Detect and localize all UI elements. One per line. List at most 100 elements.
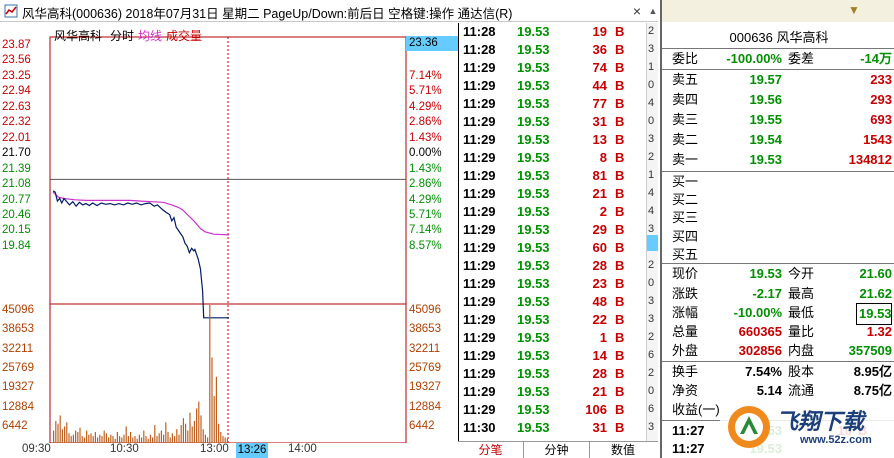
volume-bar	[59, 415, 61, 443]
tick-row[interactable]: 11:29 19.53 22 B	[459, 311, 659, 329]
price-axis-label: 23.25	[2, 69, 31, 82]
tick-row[interactable]: 11:29 19.53 13 B	[459, 131, 659, 149]
bid-level-row[interactable]: 买五	[662, 245, 894, 265]
tab-ticks[interactable]: 分笔	[458, 442, 524, 458]
tick-row[interactable]: 11:29 19.53 21 B	[459, 185, 659, 203]
tick-row[interactable]: 11:28 19.53 19 B	[459, 23, 659, 41]
scroll-up-arrow-icon[interactable]: ▲	[648, 2, 658, 20]
scroll-digit: 2	[648, 367, 655, 379]
intraday-chart[interactable]: 风华高科 分时 均线 成交量 23.87 23.56 23.25 22.94 22.63…	[0, 23, 458, 443]
volume-axis-label: 12884	[409, 400, 441, 413]
tick-price: 19.53	[517, 330, 550, 345]
volume-bar	[127, 436, 129, 443]
tick-dir: B	[615, 330, 625, 345]
time-label: 14:00	[288, 443, 317, 455]
tick-dir: B	[615, 258, 625, 273]
stat-value: -2.17	[752, 286, 782, 301]
tick-vol: 74	[592, 60, 607, 75]
window-title-bar: 风华高科(000636) 2018年07月31日 星期二 PageUp/Down…	[0, 0, 658, 22]
scroll-digit: 6	[648, 349, 655, 361]
bid-level-row[interactable]: 买二	[662, 190, 894, 210]
volume-axis-label: 6442	[409, 419, 435, 432]
tick-row[interactable]: 11:30 19.53 31 B	[459, 419, 659, 437]
tick-row[interactable]: 11:29 19.53 77 B	[459, 95, 659, 113]
ask-level-row[interactable]: 卖四 19.56 293	[662, 90, 894, 110]
quote-stat-row: 净资 5.14 流通 8.75亿	[662, 381, 894, 401]
stat-value: 19.53	[749, 266, 782, 281]
volume-bar	[88, 434, 90, 443]
tick-dir: B	[615, 240, 625, 255]
legend-avg-line[interactable]: 均线	[138, 27, 162, 44]
tick-row[interactable]: 11:29 19.53 23 B	[459, 275, 659, 293]
tick-price: 19.53	[517, 204, 550, 219]
price-axis-label: 23.87	[2, 39, 31, 51]
tick-row[interactable]: 11:29 19.53 1 B	[459, 329, 659, 347]
volume-bar	[222, 436, 224, 443]
quote-stat-row: 换手 7.54% 股本 8.95亿	[662, 362, 894, 382]
scroll-digit: 1	[648, 169, 655, 181]
tick-price: 19.53	[517, 78, 550, 93]
tick-row[interactable]: 11:29 19.53 28 B	[459, 365, 659, 383]
tick-row[interactable]: 11:28 19.53 36 B	[459, 41, 659, 59]
quote-stock-title: 000636 风华高科	[729, 30, 829, 45]
bid-level-row[interactable]: 买三	[662, 208, 894, 228]
ask-price: 19.55	[749, 112, 782, 127]
volume-axis-label: 32211	[2, 342, 34, 355]
tick-row[interactable]: 11:29 19.53 31 B	[459, 113, 659, 131]
ask-level-row[interactable]: 卖三 19.55 693	[662, 110, 894, 130]
options-icon[interactable]: ▼	[848, 3, 860, 17]
volume-bar	[187, 430, 189, 443]
tick-row[interactable]: 11:29 19.53 14 B	[459, 347, 659, 365]
tick-row[interactable]: 11:29 19.53 21 B	[459, 383, 659, 401]
tick-row[interactable]: 11:29 19.53 74 B	[459, 59, 659, 77]
ask-level-row[interactable]: 卖二 19.54 1543	[662, 130, 894, 150]
ask-level-row[interactable]: 卖五 19.57 233	[662, 70, 894, 90]
tick-vol: 28	[592, 366, 607, 381]
volume-bar	[211, 357, 213, 443]
volume-bar	[204, 434, 206, 443]
volume-bar	[213, 396, 215, 443]
tick-price: 19.53	[517, 348, 550, 363]
stat-label: 量比	[788, 324, 815, 339]
volume-bar	[72, 434, 74, 443]
bid-level-row[interactable]: 买一	[662, 172, 894, 192]
legend-period[interactable]: 分时	[110, 27, 134, 44]
tick-dir: B	[615, 24, 625, 39]
volume-bar	[182, 418, 184, 443]
tick-vol: 106	[585, 402, 607, 417]
quote-toolbar: ▼	[662, 0, 894, 22]
tick-row[interactable]: 11:29 19.53 81 B	[459, 167, 659, 185]
stat-label: 流通	[788, 383, 815, 398]
tick-time: 11:29	[463, 402, 496, 417]
stat-value: 660365	[738, 324, 782, 339]
tick-list[interactable]: 11:28 19.53 19 B 11:28 19.53 36 B 11:29 19.53 74 B 1…	[458, 23, 658, 441]
watermark-name: 飞翔下载	[776, 409, 865, 434]
tick-row[interactable]: 11:29 19.53 2 B	[459, 203, 659, 221]
volume-bar	[220, 431, 222, 443]
volume-bar	[119, 436, 121, 443]
bid-level-row[interactable]: 买四	[662, 227, 894, 247]
volume-bar	[112, 436, 114, 443]
tick-row[interactable]: 11:29 19.53 44 B	[459, 77, 659, 95]
volume-bar	[70, 436, 72, 443]
tick-price: 19.53	[517, 294, 550, 309]
scrollbar-thumb[interactable]	[647, 235, 658, 251]
ask-level-row[interactable]: 卖一 19.53 134812	[662, 150, 894, 170]
tab-values[interactable]: 数值	[590, 442, 656, 458]
watermark: 飞翔下载 www.52z.com	[720, 402, 894, 458]
tick-time: 11:29	[463, 132, 496, 147]
close-button[interactable]: ×	[628, 2, 646, 20]
tick-row[interactable]: 11:29 19.53 48 B	[459, 293, 659, 311]
legend-volume[interactable]: 成交量	[166, 27, 202, 44]
tick-row[interactable]: 11:29 19.53 29 B	[459, 221, 659, 239]
tick-row[interactable]: 11:29 19.53 8 B	[459, 149, 659, 167]
tick-row[interactable]: 11:29 19.53 106 B	[459, 401, 659, 419]
tab-minutes[interactable]: 分钟	[524, 442, 590, 458]
tick-row[interactable]: 11:29 19.53 28 B	[459, 257, 659, 275]
tick-time: 11:29	[463, 384, 496, 399]
tick-list-scrollbar[interactable]: 23104032144312033262063	[646, 23, 658, 441]
stat-value: 21.60	[859, 266, 892, 281]
volume-bar	[66, 422, 68, 443]
tick-vol: 77	[592, 96, 607, 111]
tick-row[interactable]: 11:29 19.53 60 B	[459, 239, 659, 257]
